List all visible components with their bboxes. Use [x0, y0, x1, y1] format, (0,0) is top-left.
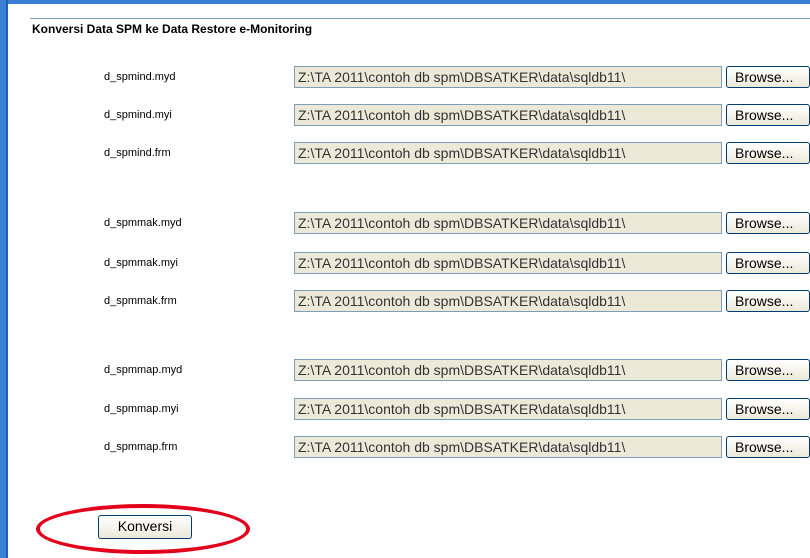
file-row-spmmap-myd: d_spmmap.myd Z:\TA 2011\contoh db spm\DB…: [8, 359, 810, 383]
file-row-spmind-myi: d_spmind.myi Z:\TA 2011\contoh db spm\DB…: [8, 104, 810, 128]
file-label: d_spmmap.frm: [104, 441, 178, 453]
section-title: Konversi Data SPM ke Data Restore e-Moni…: [32, 22, 313, 36]
browse-button[interactable]: Browse...: [726, 359, 810, 381]
browse-button[interactable]: Browse...: [726, 142, 810, 164]
file-label: d_spmmap.myd: [104, 364, 183, 376]
browse-button[interactable]: Browse...: [726, 212, 810, 234]
file-label: d_spmind.frm: [104, 147, 171, 159]
file-row-spmmak-myd: d_spmmak.myd Z:\TA 2011\contoh db spm\DB…: [8, 212, 810, 236]
file-label: d_spmmak.frm: [104, 295, 177, 307]
file-path-input[interactable]: Z:\TA 2011\contoh db spm\DBSATKER\data\s…: [294, 359, 722, 381]
file-label: d_spmmap.myi: [104, 403, 179, 415]
file-label: d_spmind.myi: [104, 109, 172, 121]
file-path-input[interactable]: Z:\TA 2011\contoh db spm\DBSATKER\data\s…: [294, 436, 722, 458]
file-row-spmmak-myi: d_spmmak.myi Z:\TA 2011\contoh db spm\DB…: [8, 252, 810, 276]
file-path-input[interactable]: Z:\TA 2011\contoh db spm\DBSATKER\data\s…: [294, 66, 722, 88]
file-path-input[interactable]: Z:\TA 2011\contoh db spm\DBSATKER\data\s…: [294, 142, 722, 164]
file-label: d_spmind.myd: [104, 71, 176, 83]
file-row-spmind-myd: d_spmind.myd Z:\TA 2011\contoh db spm\DB…: [8, 66, 810, 90]
browse-button[interactable]: Browse...: [726, 436, 810, 458]
file-path-input[interactable]: Z:\TA 2011\contoh db spm\DBSATKER\data\s…: [294, 212, 722, 234]
browse-button[interactable]: Browse...: [726, 66, 810, 88]
file-row-spmind-frm: d_spmind.frm Z:\TA 2011\contoh db spm\DB…: [8, 142, 810, 166]
file-row-spmmak-frm: d_spmmak.frm Z:\TA 2011\contoh db spm\DB…: [8, 290, 810, 314]
browse-button[interactable]: Browse...: [726, 398, 810, 420]
conversion-panel: Konversi Data SPM ke Data Restore e-Moni…: [8, 4, 810, 558]
file-row-spmmap-frm: d_spmmap.frm Z:\TA 2011\contoh db spm\DB…: [8, 436, 810, 460]
file-path-input[interactable]: Z:\TA 2011\contoh db spm\DBSATKER\data\s…: [294, 398, 722, 420]
file-label: d_spmmak.myi: [104, 257, 178, 269]
file-path-input[interactable]: Z:\TA 2011\contoh db spm\DBSATKER\data\s…: [294, 252, 722, 274]
file-label: d_spmmak.myd: [104, 217, 182, 229]
file-path-input[interactable]: Z:\TA 2011\contoh db spm\DBSATKER\data\s…: [294, 104, 722, 126]
file-path-input[interactable]: Z:\TA 2011\contoh db spm\DBSATKER\data\s…: [294, 290, 722, 312]
browse-button[interactable]: Browse...: [726, 290, 810, 312]
window-left-border: [0, 0, 8, 558]
browse-button[interactable]: Browse...: [726, 252, 810, 274]
browse-button[interactable]: Browse...: [726, 104, 810, 126]
file-row-spmmap-myi: d_spmmap.myi Z:\TA 2011\contoh db spm\DB…: [8, 398, 810, 422]
convert-button[interactable]: Konversi: [98, 515, 192, 539]
section-divider: [30, 18, 810, 19]
